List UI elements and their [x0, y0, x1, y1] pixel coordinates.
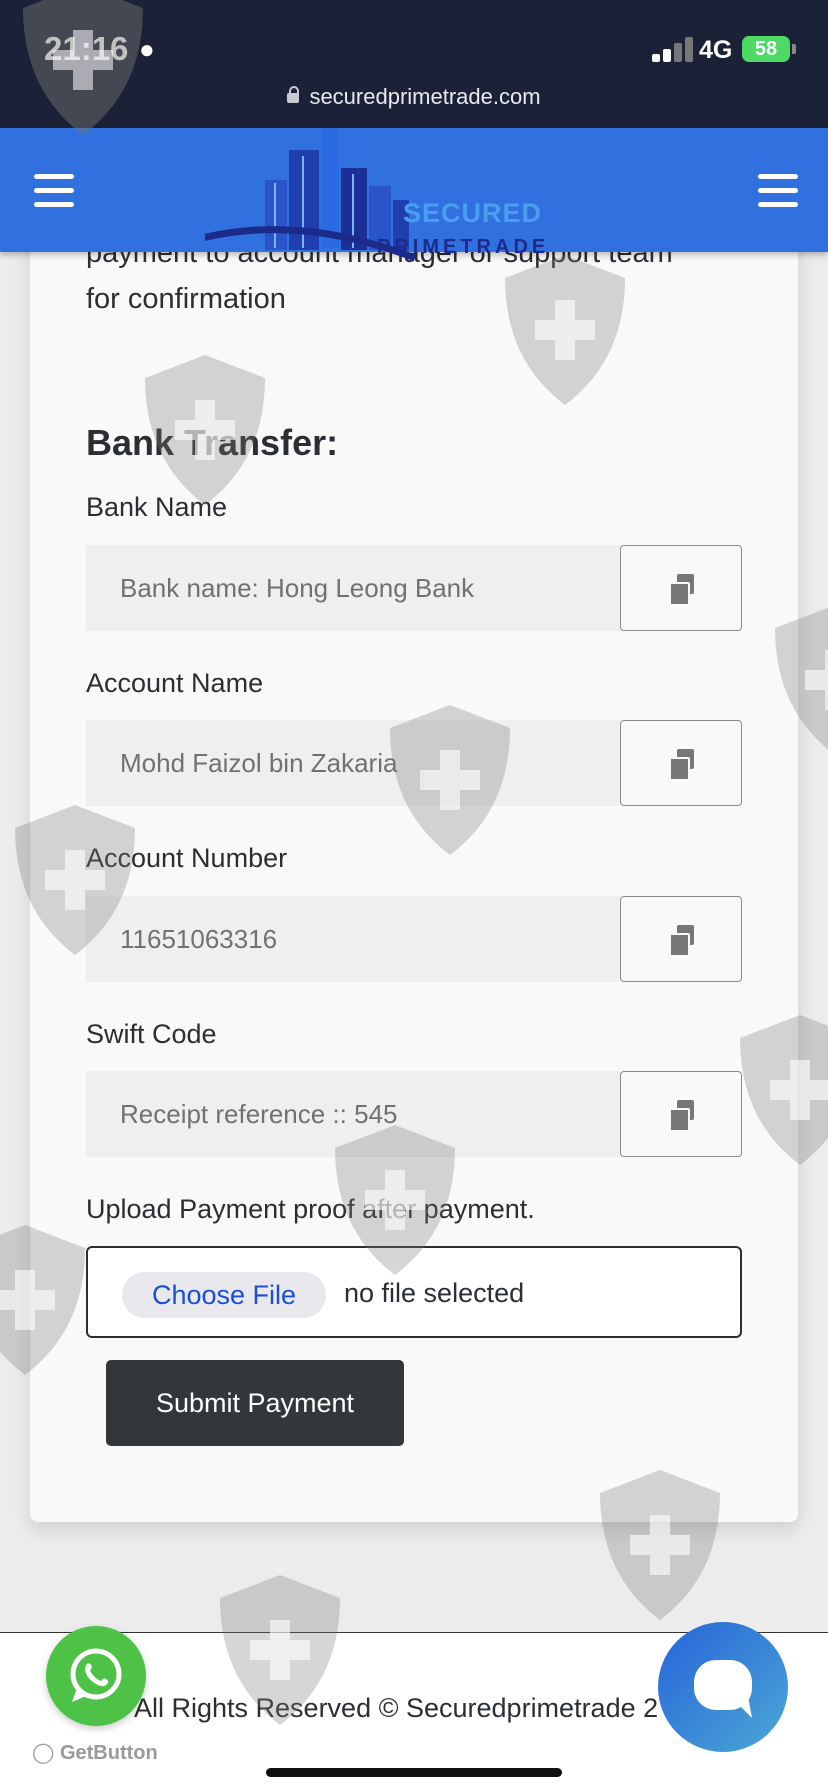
copy-icon — [667, 1100, 697, 1132]
file-upload-input[interactable]: Choose File no file selected — [86, 1246, 742, 1338]
whatsapp-button[interactable] — [46, 1626, 146, 1726]
chat-button[interactable] — [658, 1622, 788, 1752]
logo-text-primetrade: PRIMETRADE — [377, 236, 550, 258]
section-title: Bank Transfer: — [86, 422, 339, 463]
bank-name-field[interactable]: Bank name: Hong Leong Bank — [86, 545, 620, 631]
file-status: no file selected — [344, 1278, 525, 1308]
site-logo[interactable]: SECURED PRIMETRADE — [173, 128, 585, 278]
swift-code-row: Receipt reference :: 545 — [86, 1071, 742, 1157]
battery-icon: 58 — [742, 36, 790, 62]
upload-label: Upload Payment proof after payment. — [86, 1194, 535, 1224]
account-name-label: Account Name — [86, 668, 264, 698]
chat-bubble-icon — [694, 1660, 752, 1718]
hamburger-icon[interactable] — [758, 174, 798, 208]
account-name-field[interactable]: Mohd Faizol bin Zakaria — [86, 720, 620, 806]
account-number-field[interactable]: 11651063316 — [86, 896, 620, 982]
swift-code-label: Swift Code — [86, 1019, 217, 1049]
copyright-text: All Rights Reserved © Securedprimetrade … — [134, 1693, 659, 1723]
account-name-row: Mohd Faizol bin Zakaria — [86, 720, 742, 806]
submit-payment-button[interactable]: Submit Payment — [106, 1360, 404, 1446]
copy-account-number-button[interactable] — [620, 896, 742, 982]
home-indicator — [266, 1768, 562, 1777]
payment-card: payment to account manager or support te… — [30, 170, 798, 1522]
status-time: 21:16 — [44, 30, 129, 67]
copy-account-name-button[interactable] — [620, 720, 742, 806]
copy-icon — [667, 574, 697, 606]
hamburger-icon[interactable] — [34, 174, 74, 208]
whatsapp-icon — [70, 1648, 122, 1702]
bank-name-label: Bank Name — [86, 492, 228, 522]
status-bar: 21:16 ● 4G 58 securedprimetrade.com — [0, 0, 828, 128]
getbutton-logo-icon: ◯ — [32, 1742, 60, 1764]
swift-code-field[interactable]: Receipt reference :: 545 — [86, 1071, 620, 1157]
account-number-row: 11651063316 — [86, 896, 742, 982]
copy-swift-code-button[interactable] — [620, 1071, 742, 1157]
account-number-label: Account Number — [86, 843, 288, 873]
copy-icon — [667, 749, 697, 781]
network-type: 4G — [699, 36, 733, 64]
flame-icon: ● — [139, 34, 155, 64]
lock-icon — [287, 86, 300, 103]
url-text: securedprimetrade.com — [309, 84, 541, 109]
bank-name-row: Bank name: Hong Leong Bank — [86, 545, 742, 631]
copy-bank-name-button[interactable] — [620, 545, 742, 631]
copy-icon — [667, 925, 697, 957]
logo-text-secured: SECURED — [403, 198, 543, 228]
site-header: SECURED PRIMETRADE — [0, 128, 828, 262]
battery-tip — [792, 44, 796, 54]
getbutton-link[interactable]: ◯ GetButton — [32, 1740, 158, 1765]
getbutton-label: GetButton — [59, 1742, 158, 1764]
choose-file-button[interactable]: Choose File — [122, 1272, 326, 1318]
address-bar[interactable]: securedprimetrade.com — [0, 84, 828, 110]
